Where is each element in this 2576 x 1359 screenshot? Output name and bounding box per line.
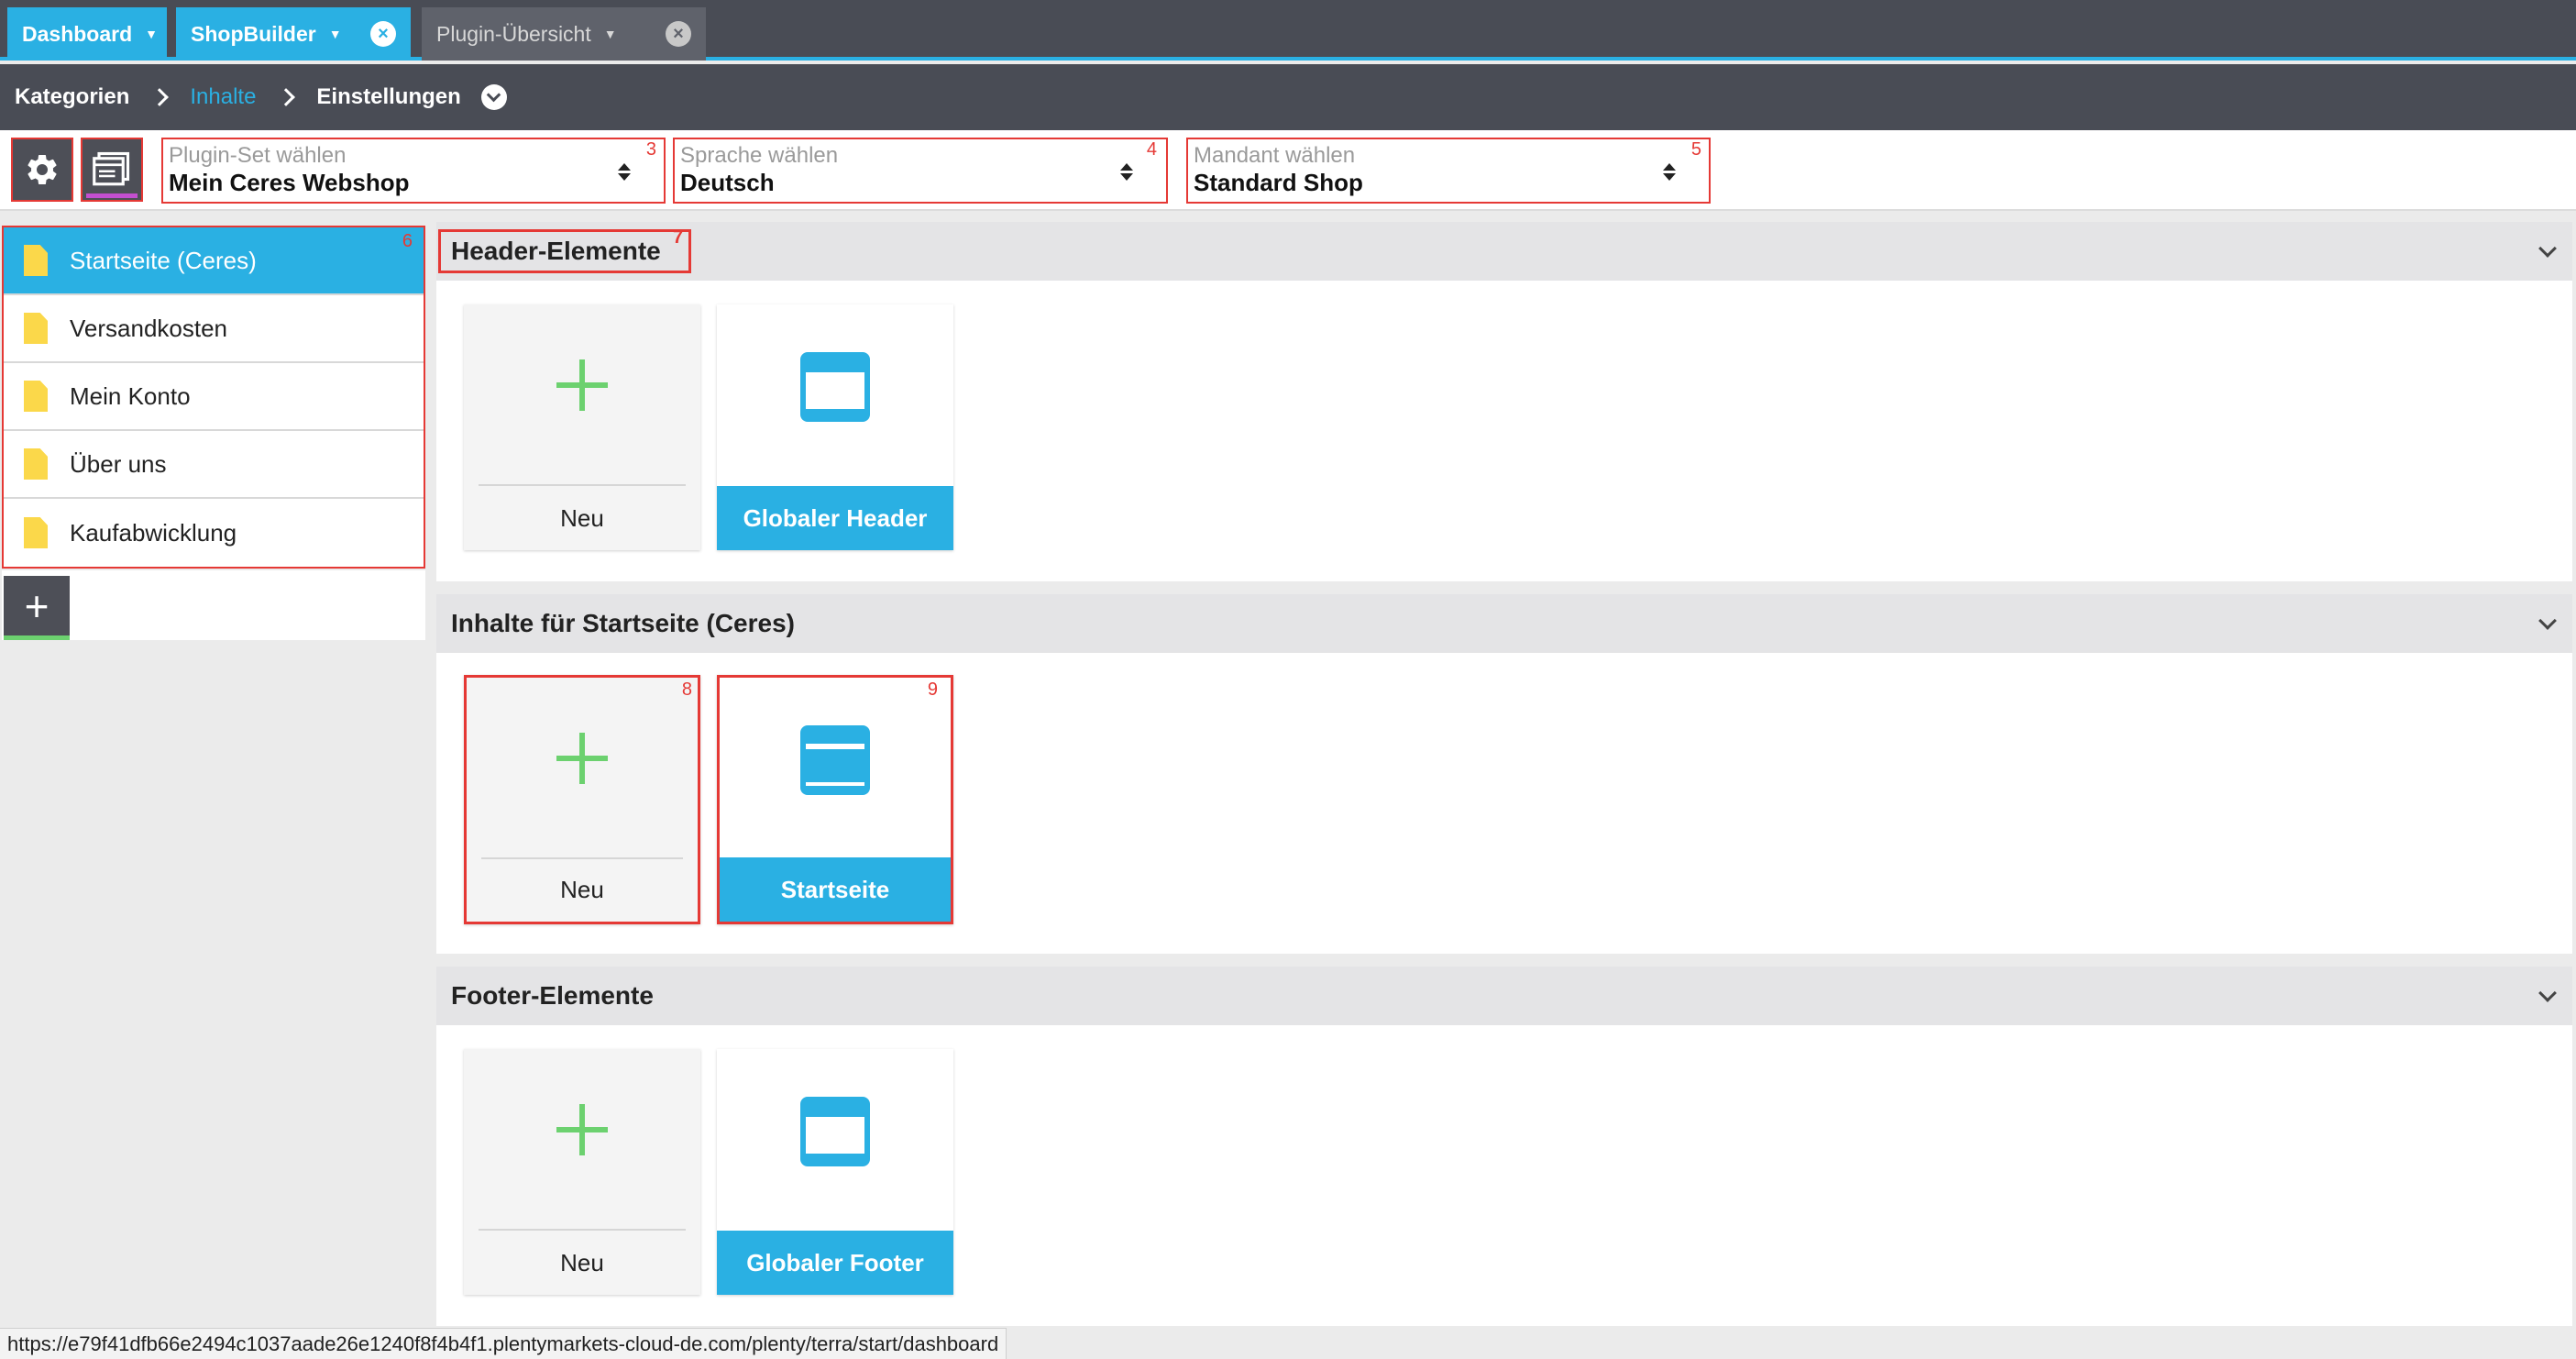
tab-label: ShopBuilder — [191, 21, 316, 46]
layout-icon — [93, 151, 130, 186]
chevron-down-circle-icon[interactable] — [480, 84, 507, 110]
caret-down-icon[interactable]: ▼ — [604, 27, 617, 41]
add-page-button[interactable]: + — [4, 576, 70, 640]
sidebar: 6 Startseite (Ceres) Versandkosten Mein … — [0, 213, 427, 1359]
tab-shopbuilder[interactable]: ShopBuilder ▼ × — [176, 7, 411, 61]
sidebar-item-versandkosten[interactable]: Versandkosten — [4, 295, 424, 363]
client-label: Mandant wählen — [1194, 143, 1356, 168]
sidebar-item-label: Mein Konto — [70, 381, 191, 410]
footer-elements-section: Footer-Elemente Neu Globaler Footer — [436, 967, 2572, 1326]
close-icon[interactable]: × — [666, 21, 691, 47]
caret-down-icon[interactable]: ▼ — [329, 27, 342, 41]
close-icon[interactable]: × — [370, 21, 396, 47]
annotation-marker: 6 — [402, 231, 413, 251]
section-body: Neu Globaler Header — [436, 281, 2572, 581]
file-icon — [24, 381, 48, 412]
annotation-marker: 9 — [927, 680, 938, 700]
client-value: Standard Shop — [1194, 169, 1363, 196]
layout-button[interactable] — [81, 138, 143, 202]
card-label: Neu — [560, 1248, 604, 1276]
browser-window-icon — [800, 725, 870, 795]
tab-label: Dashboard — [22, 21, 133, 46]
language-label: Sprache wählen — [680, 143, 839, 168]
section-title: Header-Elemente — [451, 237, 661, 265]
sidebar-item-label: Kaufabwicklung — [70, 518, 237, 547]
section-title: Footer-Elemente — [451, 981, 654, 1010]
page-list: 6 Startseite (Ceres) Versandkosten Mein … — [2, 226, 425, 569]
section-body: Neu Globaler Footer — [436, 1025, 2572, 1326]
section-header[interactable]: Header-Elemente 7 — [436, 222, 2572, 281]
client-select[interactable]: Mandant wählen Standard Shop 5 — [1186, 138, 1711, 204]
plus-icon — [556, 1104, 608, 1155]
card-label: Globaler Header — [717, 486, 953, 550]
sidebar-item-startseite[interactable]: Startseite (Ceres) — [4, 227, 424, 295]
sidebar-item-label: Startseite (Ceres) — [70, 246, 257, 274]
tab-dashboard[interactable]: Dashboard ▼ — [7, 7, 167, 61]
chevron-down-icon[interactable] — [2538, 984, 2557, 1002]
caret-down-icon[interactable]: ▼ — [145, 27, 158, 41]
annotation-marker: 4 — [1146, 139, 1157, 160]
browser-window-icon — [800, 1097, 870, 1166]
annotation-marker: 7 — [673, 227, 684, 248]
toolbar: Plugin-Set wählen Mein Ceres Webshop 3 S… — [0, 130, 2576, 211]
tab-plugin-overview[interactable]: Plugin-Übersicht ▼ × — [422, 7, 706, 61]
file-icon — [24, 517, 48, 548]
file-icon — [24, 245, 48, 276]
new-element-card[interactable]: Neu — [464, 1049, 700, 1295]
card-label: Neu — [560, 875, 604, 903]
card-label: Globaler Footer — [717, 1231, 953, 1295]
breadcrumb-inhalte[interactable]: Inhalte — [190, 84, 256, 110]
new-element-card[interactable]: Neu 8 — [464, 675, 700, 924]
section-title: Inhalte für Startseite (Ceres) — [451, 609, 795, 637]
language-select[interactable]: Sprache wählen Deutsch 4 — [673, 138, 1168, 204]
annotation-marker: 3 — [645, 139, 656, 160]
chevron-right-icon — [150, 88, 170, 106]
page-contents-section: Inhalte für Startseite (Ceres) Neu 8 Sta… — [436, 594, 2572, 954]
plugin-set-select[interactable]: Plugin-Set wählen Mein Ceres Webshop 3 — [161, 138, 666, 204]
plugin-set-label: Plugin-Set wählen — [169, 143, 347, 168]
new-element-card[interactable]: Neu — [464, 304, 700, 550]
annotation-marker: 8 — [681, 680, 692, 700]
sidebar-item-kaufabwicklung[interactable]: Kaufabwicklung — [4, 499, 424, 567]
active-indicator — [86, 193, 138, 198]
tab-label: Plugin-Übersicht — [436, 21, 591, 46]
sidebar-item-ueber-uns[interactable]: Über uns — [4, 431, 424, 499]
language-value: Deutsch — [680, 169, 775, 196]
section-body: Neu 8 Startseite 9 — [436, 653, 2572, 954]
settings-button[interactable] — [11, 138, 73, 202]
file-icon — [24, 448, 48, 480]
header-elements-section: Header-Elemente 7 Neu Globaler Header — [436, 222, 2572, 581]
section-header[interactable]: Inhalte für Startseite (Ceres) — [436, 594, 2572, 653]
tab-bar: Dashboard ▼ ShopBuilder ▼ × Plugin-Übers… — [0, 0, 2576, 61]
sidebar-item-label: Versandkosten — [70, 314, 228, 342]
file-icon — [24, 313, 48, 344]
section-header[interactable]: Footer-Elemente — [436, 967, 2572, 1025]
plus-icon — [556, 359, 608, 411]
breadcrumb: Kategorien Inhalte Einstellungen — [0, 64, 2576, 130]
browser-window-icon — [800, 352, 870, 422]
sidebar-item-mein-konto[interactable]: Mein Konto — [4, 363, 424, 431]
card-label: Neu — [560, 503, 604, 532]
gear-icon — [28, 154, 57, 184]
annotation-marker: 5 — [1690, 139, 1701, 160]
status-bar-url: https://e79f41dfb66e2494c1037aade26e1240… — [0, 1328, 1007, 1359]
breadcrumb-kategorien[interactable]: Kategorien — [15, 84, 129, 110]
plus-icon — [556, 733, 608, 784]
global-header-card[interactable]: Globaler Header — [717, 304, 953, 550]
plugin-set-value: Mein Ceres Webshop — [169, 169, 410, 196]
sidebar-item-label: Über uns — [70, 449, 167, 478]
card-label: Startseite — [720, 857, 951, 922]
chevron-down-icon[interactable] — [2538, 612, 2557, 630]
chevron-right-icon — [277, 88, 296, 106]
breadcrumb-einstellungen[interactable]: Einstellungen — [316, 84, 460, 110]
homepage-card[interactable]: Startseite 9 — [717, 675, 953, 924]
chevron-down-icon[interactable] — [2538, 239, 2557, 258]
global-footer-card[interactable]: Globaler Footer — [717, 1049, 953, 1295]
